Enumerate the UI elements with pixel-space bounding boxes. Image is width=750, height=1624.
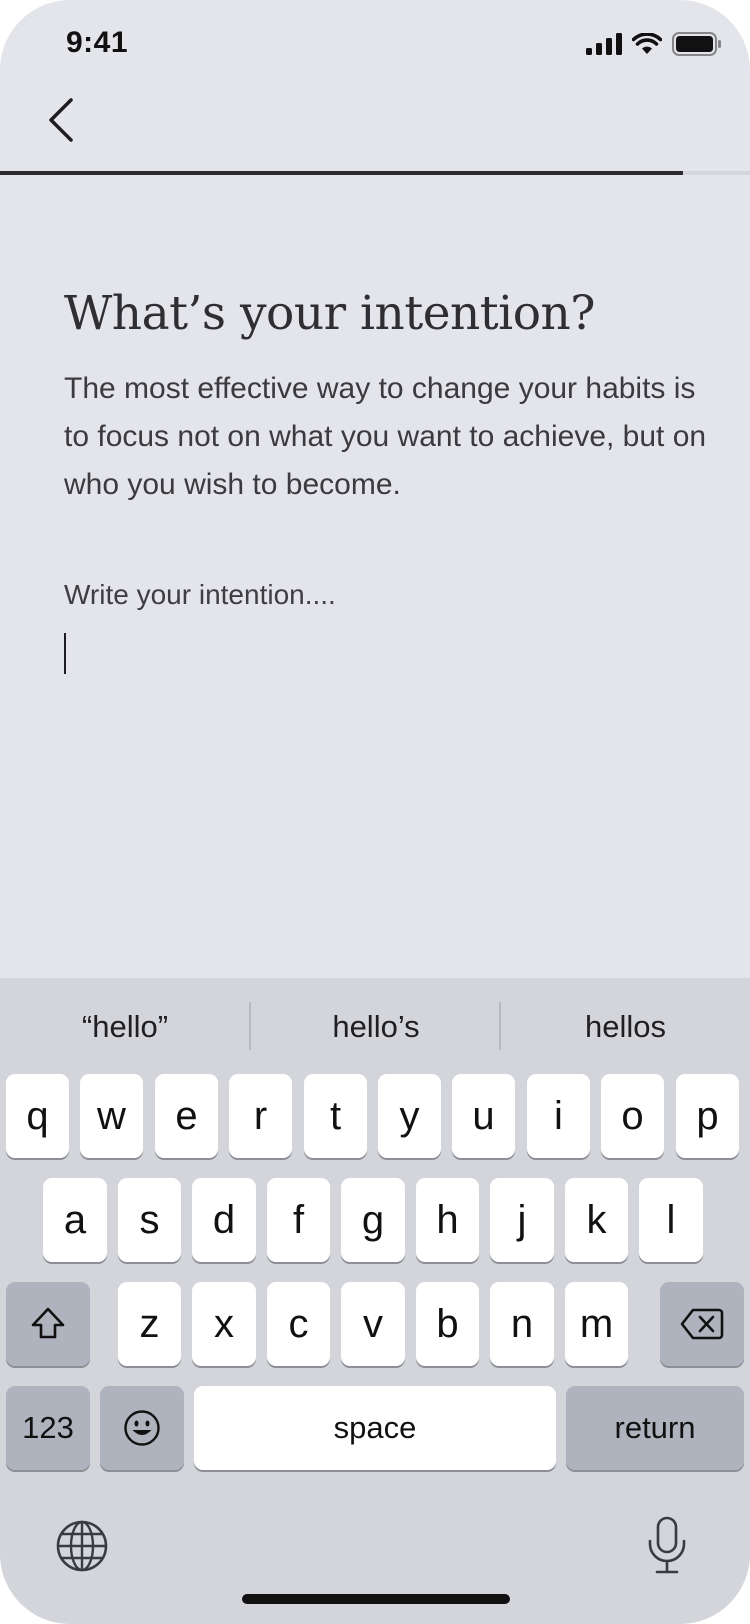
wifi-icon [632,33,662,54]
key-a[interactable]: a [43,1178,107,1262]
suggestion-1[interactable]: “hello” [0,1000,250,1054]
key-e[interactable]: e [155,1074,218,1158]
key-n[interactable]: n [490,1282,554,1366]
key-f[interactable]: f [267,1178,330,1262]
microphone-icon [648,1516,686,1574]
key-q[interactable]: q [6,1074,69,1158]
key-h[interactable]: h [416,1178,479,1262]
key-o[interactable]: o [601,1074,664,1158]
home-indicator[interactable] [242,1594,510,1604]
screen: 9:41 What’s your intention? The most eff… [0,0,750,1624]
text-cursor [64,633,66,674]
page-description: The most effective way to change your ha… [64,372,707,501]
key-k[interactable]: k [565,1178,628,1262]
globe-button[interactable] [54,1518,110,1574]
suggestion-2[interactable]: hello’s [251,1000,501,1054]
backspace-key[interactable] [660,1282,744,1366]
key-d[interactable]: d [192,1178,256,1262]
key-i[interactable]: i [527,1074,590,1158]
key-t[interactable]: t [304,1074,367,1158]
suggestion-3[interactable]: hellos [501,1000,750,1054]
battery-icon [672,32,721,56]
cellular-signal-icon [586,33,622,55]
shift-key[interactable] [6,1282,90,1366]
globe-icon [56,1520,108,1572]
key-j[interactable]: j [490,1178,554,1262]
numbers-key[interactable]: 123 [6,1386,90,1470]
key-z[interactable]: z [118,1282,181,1366]
shift-icon [31,1307,65,1339]
key-s[interactable]: s [118,1178,181,1262]
key-x[interactable]: x [192,1282,256,1366]
keyboard: “hello” hello’s hellos q w e r t y u i o… [0,978,750,1624]
intention-input[interactable] [64,575,684,615]
emoji-key[interactable] [100,1386,184,1470]
emoji-icon [124,1410,160,1446]
chevron-left-icon [49,98,73,142]
key-v[interactable]: v [341,1282,405,1366]
back-button[interactable] [36,90,86,150]
progress-fill [0,171,683,175]
key-g[interactable]: g [341,1178,405,1262]
dictation-button[interactable] [642,1514,692,1576]
key-c[interactable]: c [267,1282,330,1366]
suggestion-bar: “hello” hello’s hellos [0,978,750,1078]
key-r[interactable]: r [229,1074,292,1158]
backspace-icon [680,1308,724,1340]
key-u[interactable]: u [452,1074,515,1158]
space-key[interactable]: space [194,1386,556,1470]
page-title: What’s your intention? [64,286,595,341]
key-b[interactable]: b [416,1282,479,1366]
return-key[interactable]: return [566,1386,744,1470]
key-m[interactable]: m [565,1282,628,1366]
progress-bar [0,171,750,175]
status-time: 9:41 [66,26,129,59]
key-l[interactable]: l [639,1178,703,1262]
key-p[interactable]: p [676,1074,739,1158]
key-y[interactable]: y [378,1074,441,1158]
key-w[interactable]: w [80,1074,143,1158]
status-icons [586,32,722,56]
